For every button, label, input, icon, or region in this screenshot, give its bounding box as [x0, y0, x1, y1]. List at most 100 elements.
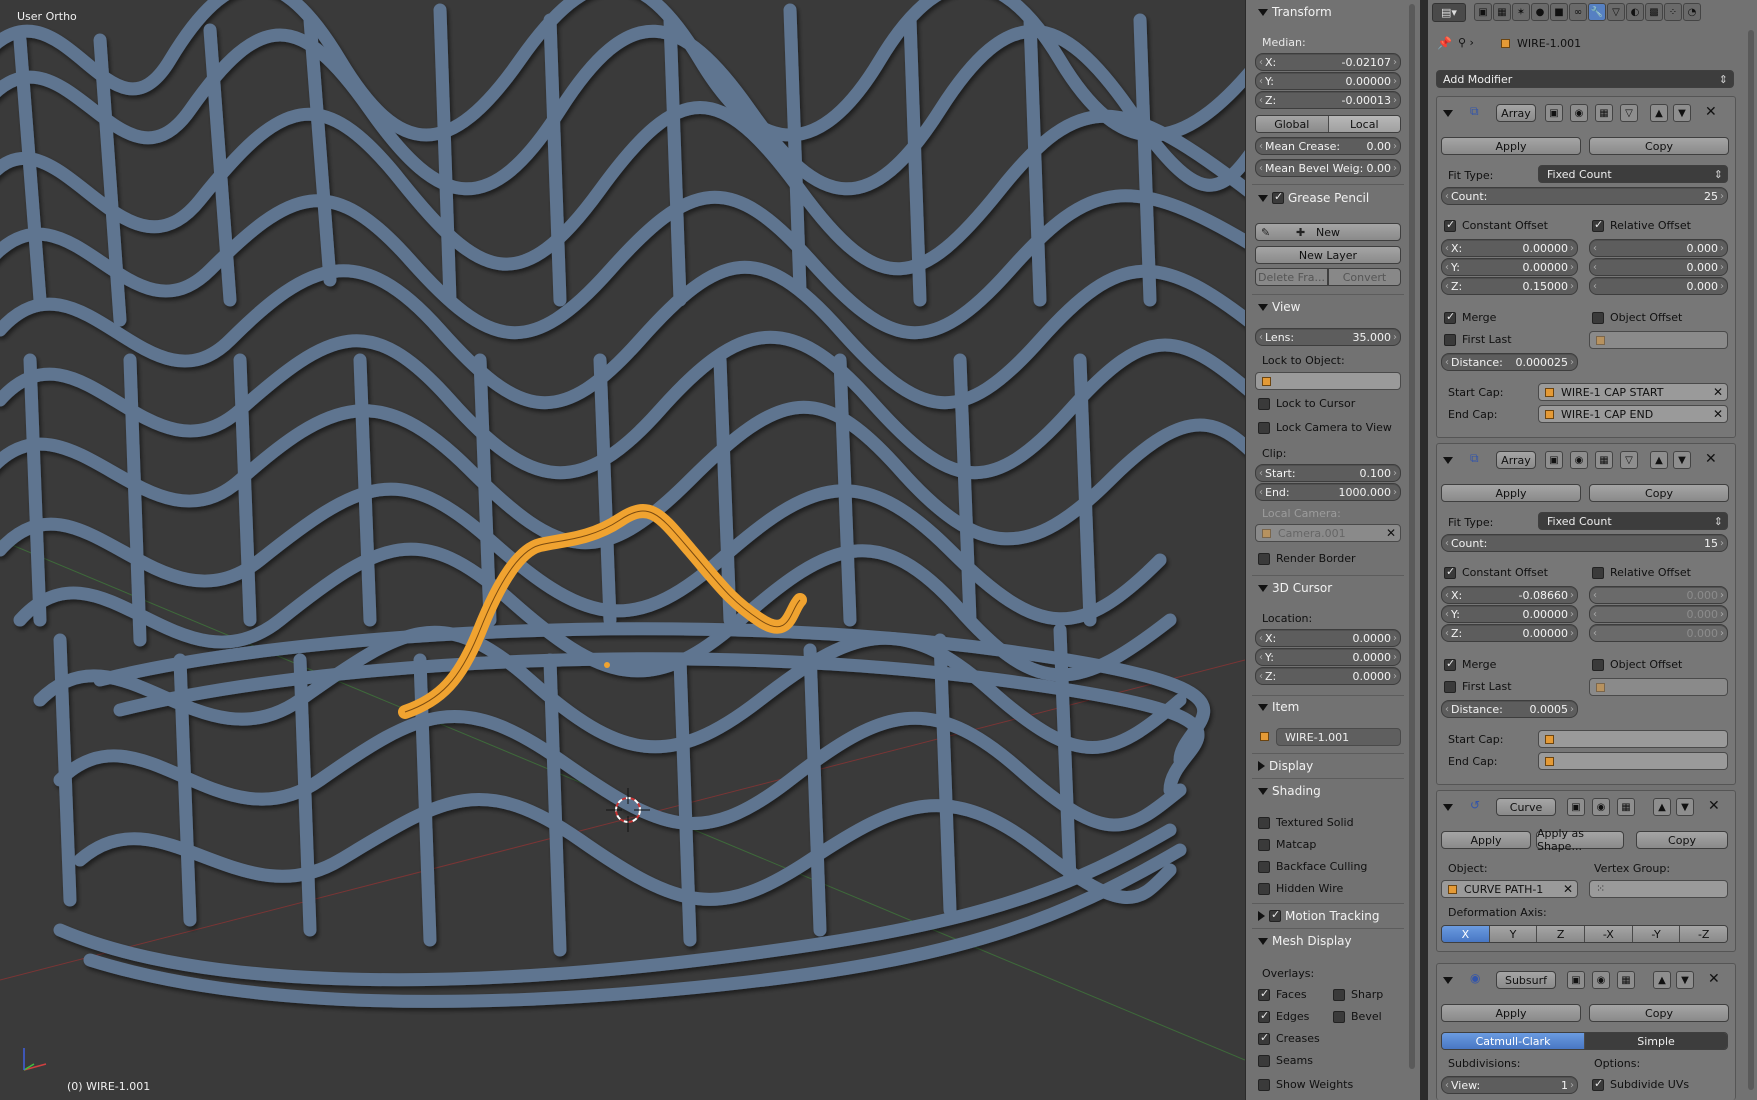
const-offset-z-field[interactable]: Z:0.00000	[1441, 624, 1578, 642]
display-header[interactable]: Display	[1258, 756, 1313, 776]
convert-button[interactable]: Convert	[1328, 268, 1401, 286]
lock-camera-checkbox[interactable]: Lock Camera to View	[1258, 421, 1392, 434]
3d-cursor-header[interactable]: 3D Cursor	[1258, 578, 1332, 598]
end-cap-field[interactable]: WIRE-1 CAP END ✕	[1538, 405, 1728, 423]
mesh-display-header[interactable]: Mesh Display	[1258, 931, 1352, 951]
faces-checkbox[interactable]: Faces	[1258, 987, 1307, 1001]
copy-button[interactable]: Copy	[1589, 1004, 1729, 1022]
constant-offset-checkbox[interactable]: Constant Offset	[1444, 565, 1548, 579]
region-divider[interactable]	[1420, 0, 1428, 1100]
delete-frame-button[interactable]: Delete Fra...	[1255, 268, 1328, 286]
3d-viewport[interactable]: User Ortho (0) WIRE-1.001	[0, 0, 1245, 1100]
visibility-eye-icon[interactable]: ◉	[1592, 971, 1610, 989]
first-last-checkbox[interactable]: First Last	[1444, 333, 1512, 346]
first-last-checkbox[interactable]: First Last	[1444, 680, 1512, 693]
modifier-name-field[interactable]: Curve	[1496, 798, 1556, 816]
merge-distance-field[interactable]: Distance:0.000025	[1441, 353, 1578, 371]
render-toggle-icon[interactable]: ▣	[1567, 971, 1585, 989]
clip-start-field[interactable]: Start:0.100	[1255, 464, 1401, 482]
rel-offset-z-field[interactable]: 0.000	[1589, 277, 1728, 295]
move-up-icon[interactable]: ▲	[1650, 451, 1668, 469]
modifier-name-field[interactable]: Array	[1496, 104, 1536, 122]
copy-button[interactable]: Copy	[1589, 484, 1729, 502]
median-z-field[interactable]: Z:-0.00013	[1255, 91, 1401, 109]
bevel-checkbox[interactable]: Bevel	[1333, 1010, 1382, 1023]
mean-bevel-field[interactable]: Mean Bevel Weig:0.00	[1255, 159, 1401, 177]
render-toggle-icon[interactable]: ▣	[1567, 798, 1585, 816]
global-button[interactable]: Global	[1256, 116, 1329, 132]
render-border-checkbox[interactable]: Render Border	[1258, 552, 1356, 565]
cage-toggle-icon[interactable]: ▽	[1620, 104, 1638, 122]
const-offset-y-field[interactable]: Y:0.00000	[1441, 605, 1578, 623]
move-down-icon[interactable]: ▼	[1676, 798, 1694, 816]
apply-button[interactable]: Apply	[1441, 1004, 1581, 1022]
world-tab-icon[interactable]: ●	[1531, 3, 1549, 21]
render-toggle-icon[interactable]: ▣	[1545, 451, 1563, 469]
particles-tab-icon[interactable]: ⁘	[1664, 3, 1682, 21]
subdivision-type-selector[interactable]: Catmull-Clark Simple	[1441, 1032, 1728, 1050]
subdivide-uvs-checkbox[interactable]: Subdivide UVs	[1592, 1077, 1689, 1091]
motion-tracking-checkbox[interactable]	[1269, 908, 1281, 922]
show-weights-checkbox[interactable]: Show Weights	[1258, 1078, 1353, 1091]
visibility-eye-icon[interactable]: ◉	[1570, 451, 1588, 469]
axis-neg-z-button[interactable]: -Z	[1680, 926, 1727, 942]
fit-type-dropdown[interactable]: Fixed Count ⇕	[1538, 165, 1728, 183]
item-name-field[interactable]: WIRE-1.001	[1276, 728, 1401, 746]
texture-tab-icon[interactable]: ▩	[1645, 3, 1663, 21]
relative-offset-checkbox[interactable]: Relative Offset	[1592, 566, 1691, 579]
object-offset-checkbox[interactable]: Object Offset	[1592, 658, 1682, 671]
clear-icon[interactable]: ✕	[1386, 526, 1396, 540]
merge-checkbox[interactable]: Merge	[1444, 310, 1496, 324]
render-toggle-icon[interactable]: ▣	[1545, 104, 1563, 122]
visibility-eye-icon[interactable]: ◉	[1570, 104, 1588, 122]
object-offset-checkbox[interactable]: Object Offset	[1592, 311, 1682, 324]
move-down-icon[interactable]: ▼	[1673, 104, 1691, 122]
move-up-icon[interactable]: ▲	[1650, 104, 1668, 122]
shading-header[interactable]: Shading	[1258, 781, 1321, 801]
rel-offset-y-field[interactable]: 0.000	[1589, 258, 1728, 276]
remove-modifier-icon[interactable]: ✕	[1708, 971, 1720, 987]
render-layers-tab-icon[interactable]: ▦	[1493, 3, 1511, 21]
axis-neg-x-button[interactable]: -X	[1585, 926, 1633, 942]
sharp-checkbox[interactable]: Sharp	[1333, 988, 1383, 1001]
const-offset-x-field[interactable]: X:-0.08660	[1441, 586, 1578, 604]
render-tab-icon[interactable]: ▣	[1474, 3, 1492, 21]
modifiers-tab-icon[interactable]: 🔧	[1588, 3, 1606, 21]
collapse-icon[interactable]	[1443, 804, 1453, 811]
constraints-tab-icon[interactable]: ∞	[1569, 3, 1587, 21]
rel-offset-z-field[interactable]: 0.000	[1589, 624, 1728, 642]
relative-offset-checkbox[interactable]: Relative Offset	[1592, 218, 1691, 232]
matcap-checkbox[interactable]: Matcap	[1258, 838, 1316, 851]
material-tab-icon[interactable]: ◐	[1626, 3, 1644, 21]
simple-button[interactable]: Simple	[1585, 1033, 1727, 1049]
axis-z-button[interactable]: Z	[1537, 926, 1586, 942]
remove-modifier-icon[interactable]: ✕	[1705, 104, 1717, 120]
clear-icon[interactable]: ✕	[1713, 385, 1723, 399]
grease-pencil-checkbox[interactable]	[1272, 190, 1284, 204]
constant-offset-checkbox[interactable]: Constant Offset	[1444, 218, 1548, 232]
shelf-scrollbar[interactable]	[1409, 4, 1415, 1069]
copy-button[interactable]: Copy	[1636, 831, 1728, 849]
view-header[interactable]: View	[1258, 297, 1300, 317]
seams-checkbox[interactable]: Seams	[1258, 1054, 1313, 1067]
local-camera-field[interactable]: Camera.001 ✕	[1255, 524, 1401, 542]
cursor-y-field[interactable]: Y:0.0000	[1255, 648, 1401, 666]
rel-offset-y-field[interactable]: 0.000	[1589, 605, 1728, 623]
curve-object-field[interactable]: CURVE PATH-1 ✕	[1441, 880, 1578, 898]
collapse-icon[interactable]	[1443, 977, 1453, 984]
lock-cursor-checkbox[interactable]: Lock to Cursor	[1258, 397, 1355, 410]
remove-modifier-icon[interactable]: ✕	[1705, 451, 1717, 467]
textured-solid-checkbox[interactable]: Textured Solid	[1258, 816, 1354, 829]
physics-tab-icon[interactable]: ◔	[1683, 3, 1701, 21]
object-tab-icon[interactable]: ■	[1550, 3, 1568, 21]
apply-button[interactable]: Apply	[1441, 831, 1531, 849]
const-offset-y-field[interactable]: Y:0.00000	[1441, 258, 1578, 276]
axis-x-button[interactable]: X	[1442, 926, 1490, 942]
scene-tab-icon[interactable]: ✶	[1512, 3, 1530, 21]
view-levels-field[interactable]: View:1	[1441, 1076, 1578, 1094]
editmode-toggle-icon[interactable]: ▦	[1617, 798, 1635, 816]
lock-object-field[interactable]	[1255, 372, 1401, 390]
local-button[interactable]: Local	[1328, 116, 1400, 132]
grease-new-button[interactable]: ✎ ✚ New	[1255, 223, 1401, 241]
edges-checkbox[interactable]: Edges	[1258, 1009, 1309, 1023]
